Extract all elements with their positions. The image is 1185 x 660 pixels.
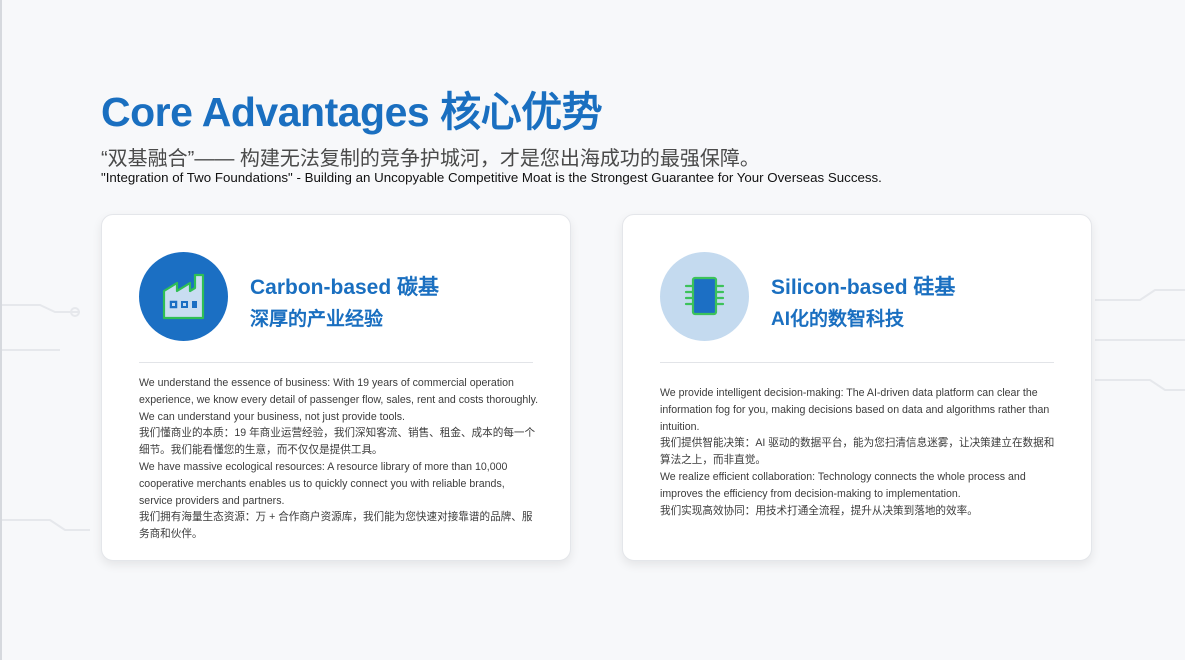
- card-body: We understand the essence of business: W…: [139, 375, 539, 543]
- card-heading-english: Silicon-based 硅基: [771, 276, 956, 299]
- page-title: Core Advantages 核心优势: [101, 89, 603, 135]
- card-paragraph: We provide intelligent decision-making: …: [660, 387, 1050, 433]
- carbon-based-card: Carbon-based 碳基 深厚的产业经验 We understand th…: [101, 214, 571, 561]
- card-paragraph: We realize efficient collaboration: Tech…: [660, 470, 1026, 500]
- card-divider: [660, 362, 1054, 363]
- card-body: We provide intelligent decision-making: …: [660, 385, 1060, 519]
- card-paragraph: 我们懂商业的本质：19 年商业运营经验，我们深知客流、销售、租金、成本的每一个细…: [139, 427, 536, 457]
- factory-icon-badge: [139, 252, 228, 341]
- card-paragraph: We understand the essence of business: W…: [139, 377, 539, 423]
- factory-icon: [162, 273, 205, 320]
- subtitle-english: "Integration of Two Foundations" - Build…: [101, 170, 882, 185]
- card-paragraph: We have massive ecological resources: A …: [139, 460, 508, 507]
- card-paragraph: 我们实现高效协同：用技术打通全流程，提升从决策到落地的效率。: [660, 504, 978, 517]
- card-heading-english: Carbon-based 碳基: [250, 276, 440, 299]
- card-paragraph: 我们提供智能决策：AI 驱动的数据平台，能为您扫清信息迷雾，让决策建立在数据和算…: [660, 437, 1055, 467]
- subtitle-chinese: “双基融合”—— 构建无法复制的竞争护城河，才是您出海成功的最强保障。: [101, 148, 760, 170]
- card-heading-chinese: 深厚的产业经验: [250, 309, 384, 330]
- chip-icon: [684, 276, 725, 316]
- card-heading-chinese: AI化的数智科技: [771, 309, 905, 330]
- silicon-based-card: Silicon-based 硅基 AI化的数智科技 We provide int…: [622, 214, 1092, 561]
- card-divider: [139, 362, 533, 363]
- chip-icon-badge: [660, 252, 749, 341]
- card-paragraph: 我们拥有海量生态资源：万 + 合作商户资源库，我们能为您快速对接靠谱的品牌、服务…: [139, 511, 533, 541]
- left-edge-border: [0, 0, 2, 660]
